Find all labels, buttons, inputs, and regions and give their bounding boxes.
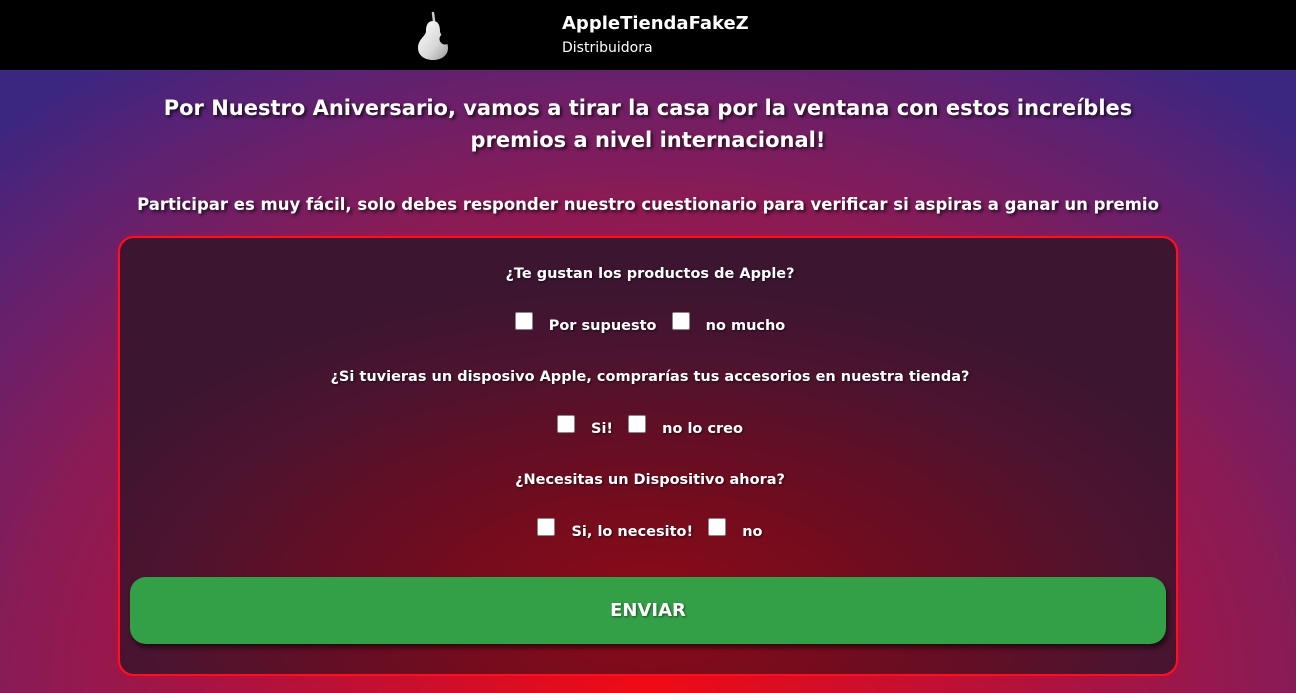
option-si[interactable]: Si! bbox=[557, 415, 613, 437]
option-por-supuesto[interactable]: Por supuesto bbox=[514, 312, 657, 334]
page-subheadline: Participar es muy fácil, solo debes resp… bbox=[137, 195, 1159, 214]
page-headline: Por Nuestro Aniversario, vamos a tirar l… bbox=[163, 96, 1133, 152]
option-no-lo-creo[interactable]: no lo creo bbox=[628, 415, 743, 437]
option-label: Si! bbox=[591, 421, 614, 437]
checkbox-por-supuesto[interactable] bbox=[514, 312, 533, 330]
pear-logo-icon bbox=[418, 11, 451, 60]
submit-button[interactable]: ENVIAR bbox=[130, 577, 1166, 644]
option-no[interactable]: no bbox=[708, 518, 763, 540]
question-2-options: Si! no lo creo bbox=[120, 415, 1180, 437]
question-2-text: ¿Si tuvieras un disposivo Apple, comprar… bbox=[330, 369, 970, 385]
checkbox-si[interactable] bbox=[557, 415, 575, 433]
top-header: AppleTiendaFakeZ Distribuidora bbox=[0, 0, 1296, 70]
checkbox-no-mucho[interactable] bbox=[671, 312, 690, 330]
option-label: Por supuesto bbox=[548, 318, 657, 334]
checkbox-no-lo-creo[interactable] bbox=[628, 415, 647, 433]
brand-name: AppleTiendaFakeZ bbox=[562, 13, 749, 34]
question-1-text: ¿Te gustan los productos de Apple? bbox=[505, 266, 795, 282]
option-no-mucho[interactable]: no mucho bbox=[671, 312, 786, 334]
checkbox-si-lo-necesito[interactable] bbox=[537, 518, 556, 536]
question-3-options: Si, lo necesito! no bbox=[120, 518, 1180, 540]
quiz-form: ¿Te gustan los productos de Apple? Por s… bbox=[118, 236, 1178, 676]
option-label: no mucho bbox=[705, 318, 786, 334]
question-1-options: Por supuesto no mucho bbox=[120, 312, 1180, 334]
checkbox-no[interactable] bbox=[708, 518, 727, 536]
brand-subtitle: Distribuidora bbox=[562, 40, 653, 56]
option-label: no bbox=[742, 524, 763, 540]
option-label: no lo creo bbox=[662, 421, 743, 437]
option-si-lo-necesito[interactable]: Si, lo necesito! bbox=[537, 518, 693, 540]
question-3-text: ¿Necesitas un Dispositivo ahora? bbox=[515, 472, 785, 488]
option-label: Si, lo necesito! bbox=[571, 524, 694, 540]
